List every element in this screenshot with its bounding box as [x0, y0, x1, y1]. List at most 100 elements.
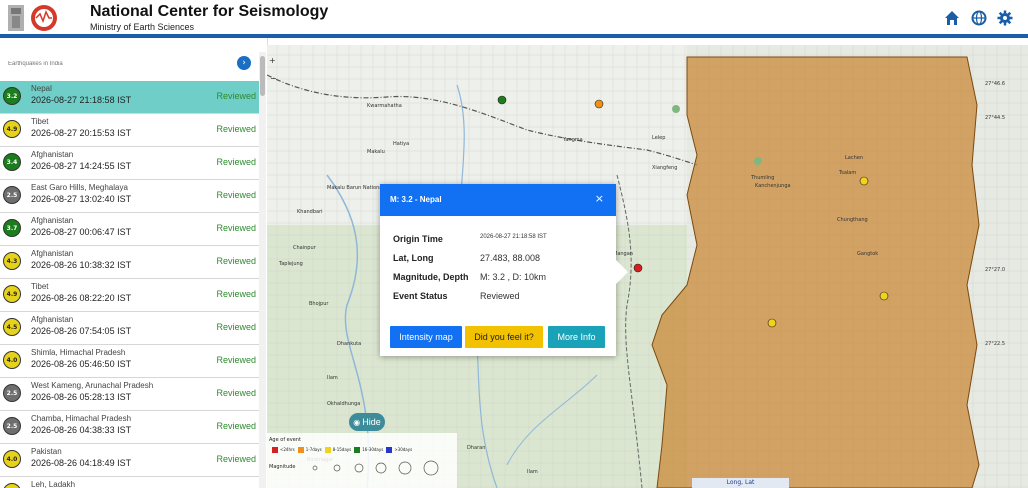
map-place-label: Xiangfeng: [652, 165, 678, 171]
map-place-label: Lachen: [845, 155, 864, 161]
event-status: Reviewed: [216, 421, 256, 431]
map-place-label: Taplejung: [279, 261, 303, 267]
legend-age-label: >30days: [394, 447, 413, 452]
svg-text:27°27.0: 27°27.0: [985, 267, 1005, 273]
gear-icon[interactable]: [997, 10, 1013, 26]
legend-age-label: 16-30days: [362, 447, 384, 452]
home-icon[interactable]: [944, 10, 960, 26]
event-status: Reviewed: [216, 124, 256, 134]
mag-depth-label: Magnitude, Depth: [393, 272, 469, 282]
map-place-label: Thumling: [751, 175, 775, 181]
event-status: Reviewed: [216, 388, 256, 398]
magnitude-badge: 2.5: [3, 186, 21, 204]
event-place: Nepal: [31, 84, 52, 93]
event-list-item[interactable]: Leh, Ladakh: [0, 477, 259, 488]
magnitude-badge: 3.7: [3, 219, 21, 237]
event-time: 2026-08-26 08:22:20 IST: [31, 293, 132, 303]
event-status: Reviewed: [216, 256, 256, 266]
map-place-label: Tsalam: [839, 170, 857, 176]
event-list-item[interactable]: 3.4 Afghanistan 2026-08-27 14:24:55 IST Rev…: [0, 147, 259, 180]
intensity-map-button[interactable]: Intensity map: [390, 326, 462, 348]
legend-age-label: 8-15days: [332, 447, 352, 452]
event-time: 2026-08-27 20:15:53 IST: [31, 128, 132, 138]
more-info-button[interactable]: More Info: [548, 326, 605, 348]
emblem-logo: [8, 5, 57, 31]
magnitude-badge: 4.0: [3, 351, 21, 369]
legend-age-title: Age of event: [269, 437, 301, 443]
event-list-item[interactable]: 2.5 West Kameng, Arunachal Pradesh 2026-08…: [0, 378, 259, 411]
event-time: 2026-08-26 05:28:13 IST: [31, 392, 132, 402]
legend-swatch: [386, 447, 393, 453]
map-place-label: Dhankuta: [337, 341, 362, 347]
close-icon[interactable]: ×: [595, 192, 604, 205]
event-list-item[interactable]: 4.3 Afghanistan 2026-08-26 10:38:32 IST Rev…: [0, 246, 259, 279]
event-marker: [594, 99, 604, 109]
search-row: ›: [0, 50, 258, 76]
legend-swatch: [272, 447, 278, 453]
map-place-label: Kanchenjunga: [755, 183, 791, 189]
app-header: National Center for Seismology Ministry …: [0, 0, 1028, 38]
svg-text:+: +: [269, 56, 276, 65]
event-place: Leh, Ladakh: [31, 480, 76, 488]
event-time: 2026-08-26 04:38:33 IST: [31, 425, 132, 435]
event-list-item[interactable]: 4.9 Tibet 2026-08-27 20:15:53 IST Reviewed: [0, 114, 259, 147]
map-place-label: Yangma: [563, 137, 583, 143]
event-list-item[interactable]: 4.0 Pakistan 2026-08-26 04:18:49 IST Review…: [0, 444, 259, 477]
event-place: Afghanistan: [31, 216, 74, 225]
event-list-item[interactable]: 2.5 East Garo Hills, Meghalaya 2026-08-27 …: [0, 180, 259, 213]
event-time: 2026-08-26 10:38:32 IST: [31, 260, 132, 270]
eye-icon: ◉: [353, 417, 361, 427]
event-place: West Kameng, Arunachal Pradesh: [31, 381, 154, 390]
event-status: Reviewed: [216, 190, 256, 200]
event-status: Reviewed: [216, 223, 256, 233]
legend-swatch: [354, 447, 361, 453]
event-sidebar: › 3.2 Nepal 2026-08-27 21:18:58 IST Reviewe…: [0, 38, 268, 488]
scroll-thumb[interactable]: [260, 56, 265, 96]
event-place: Pakistan: [31, 447, 62, 456]
popup-title: M: 3.2 - Nepal: [390, 195, 442, 204]
event-list-item[interactable]: 4.0 Shimla, Himachal Pradesh 2026-08-26 05…: [0, 345, 259, 378]
svg-text:−: −: [270, 74, 277, 83]
long-lat-readout: Long, Lat: [692, 478, 789, 488]
event-list-item[interactable]: 4.9 Tibet 2026-08-26 08:22:20 IST Reviewed: [0, 279, 259, 312]
legend-magnitude-circles: [312, 460, 439, 476]
event-marker: [879, 291, 889, 301]
map-place-label: Okhaldhunga: [327, 401, 361, 407]
popup-pointer: [614, 258, 628, 286]
popup-header: M: 3.2 - Nepal ×: [380, 184, 616, 216]
event-status: Reviewed: [216, 454, 256, 464]
event-marker: [767, 318, 777, 328]
map-place-label: Chungthang: [837, 217, 868, 223]
map-place-label: Ilam: [327, 375, 338, 381]
event-list: 3.2 Nepal 2026-08-27 21:18:58 IST Reviewed 4…: [0, 81, 259, 488]
chevron-right-icon[interactable]: ›: [237, 56, 251, 70]
search-input[interactable]: [6, 56, 230, 72]
globe-icon[interactable]: [971, 10, 987, 26]
magnitude-badge: 3.2: [3, 87, 21, 105]
event-place: East Garo Hills, Meghalaya: [31, 183, 128, 192]
event-time: 2026-08-27 21:18:58 IST: [31, 95, 132, 105]
map-place-label: Lelep: [652, 135, 666, 141]
event-list-item[interactable]: 4.5 Afghanistan 2026-08-26 07:54:05 IST Rev…: [0, 312, 259, 345]
map-place-label: Hatiya: [393, 141, 410, 147]
magnitude-badge: 4.9: [3, 120, 21, 138]
event-marker: [859, 176, 869, 186]
event-status-label: Event Status: [393, 291, 448, 301]
legend-age-label: <24hrs: [280, 447, 295, 452]
svg-text:27°44.5: 27°44.5: [985, 115, 1005, 121]
map-legend: Age of event <24hrs 1-7days 8-15days 16-30d…: [267, 433, 457, 488]
did-you-feel-it-button[interactable]: Did you feel it?: [465, 326, 543, 348]
event-list-item[interactable]: 2.5 Chamba, Himachal Pradesh 2026-08-26 04…: [0, 411, 259, 444]
event-list-item[interactable]: 3.7 Afghanistan 2026-08-27 00:06:47 IST Rev…: [0, 213, 259, 246]
hide-legend-button[interactable]: ◉ Hide: [349, 413, 385, 431]
sidebar-scrollbar[interactable]: [259, 52, 266, 488]
hide-label: Hide: [362, 417, 381, 427]
map-place-label: Bhojpur: [309, 301, 329, 307]
legend-age-label: 1-7days: [305, 447, 322, 452]
event-marker: [497, 95, 507, 105]
magnitude-badge: 4.0: [3, 450, 21, 468]
event-list-item[interactable]: 3.2 Nepal 2026-08-27 21:18:58 IST Reviewed: [0, 81, 259, 114]
event-status-value: Reviewed: [480, 291, 520, 301]
map-place-label: Gangtok: [857, 251, 879, 257]
map-place-label: Kwarmahatha: [367, 103, 402, 109]
